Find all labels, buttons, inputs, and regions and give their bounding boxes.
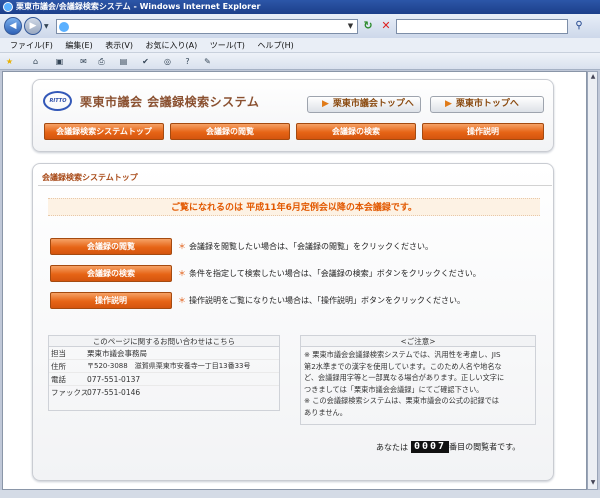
history-dropdown-icon[interactable]: ▼ <box>44 23 49 30</box>
safety-icon[interactable]: ◎ <box>162 56 173 67</box>
section-title: 会議録検索システムトップ <box>42 173 138 182</box>
ie-logo-icon <box>3 2 13 12</box>
contact-value: 077-551-0137 <box>87 375 141 384</box>
caution-body: ※ 栗東市議会会議録検索システムでは、汎用性を考慮し、JIS 第2水準までの漢字… <box>301 347 535 421</box>
caution-line: ※ 栗東市議会会議録検索システムでは、汎用性を考慮し、JIS <box>304 350 501 359</box>
counter-digits: 0007 <box>411 441 450 453</box>
refresh-icon[interactable]: ↻ <box>361 19 375 33</box>
page-icon <box>59 22 69 32</box>
arrow-right-icon: ▶ <box>322 99 329 109</box>
bullet: ＊ <box>178 242 186 251</box>
browse-description-text: 会議録を閲覧したい場合は、「会議録の閲覧」をクリックください。 <box>189 242 433 251</box>
counter-suffix: 番目の閲覧者です。 <box>449 442 521 452</box>
browse-button[interactable]: 会議録の閲覧 <box>50 238 172 255</box>
browse-description: ＊会議録を閲覧したい場合は、「会議録の閲覧」をクリックください。 <box>178 241 433 252</box>
favorites-star-icon[interactable]: ★ <box>4 56 15 67</box>
menu-tools[interactable]: ツール(T) <box>210 38 245 53</box>
nav-search[interactable]: 会議録の検索 <box>296 123 416 140</box>
feeds-icon[interactable]: ▣ <box>54 56 65 67</box>
help-description: ＊操作説明をご覧になりたい場合は、「操作説明」ボタンをクリックください。 <box>178 295 465 306</box>
print-icon[interactable]: ⎙ <box>96 56 107 67</box>
nav-browse[interactable]: 会議録の閲覧 <box>170 123 290 140</box>
caution-box: <ご注意> ※ 栗東市議会会議録検索システムでは、汎用性を考慮し、JIS 第2水… <box>300 335 536 425</box>
site-title: 栗東市議会 会議録検索システム <box>80 95 260 109</box>
address-input[interactable]: ▼ <box>56 19 358 34</box>
notice-banner: ご覧になれるのは 平成11年6月定例会以降の本会議録です。 <box>48 198 540 216</box>
menu-view[interactable]: 表示(V) <box>105 38 133 53</box>
arrow-right-icon: ▶ <box>445 99 452 109</box>
window-title: 栗東市議会/会議録検索システム - Windows Internet Explo… <box>16 2 261 11</box>
caution-line: ※ この会議録検索システムは、栗東市議会の公式の記録では <box>304 396 499 406</box>
help-description-text: 操作説明をご覧になりたい場合は、「操作説明」ボタンをクリックください。 <box>189 296 465 305</box>
help-button[interactable]: 操作説明 <box>50 292 172 309</box>
city-council-top-link[interactable]: ▶ 栗東市議会トップへ <box>307 96 421 113</box>
contact-label: ファックス <box>51 388 89 397</box>
tools-menu-icon[interactable]: ✔ <box>140 56 151 67</box>
divider <box>38 185 552 186</box>
caution-line: つきましては「栗東市議会会議録」にてご確認下さい。 <box>304 384 484 394</box>
research-icon[interactable]: ✎ <box>202 56 213 67</box>
contact-value: 〒520-3088 滋賀県栗東市安養寺一丁目13番33号 <box>87 362 251 370</box>
contact-value: 077-551-0146 <box>87 388 141 397</box>
caution-line: ど、会議録用字等と一部異なる場合があります。正しい文字に <box>304 373 505 383</box>
counter-prefix: あなたは <box>376 442 408 452</box>
status-bar <box>0 490 600 498</box>
contact-label: 電話 <box>51 375 66 384</box>
page-menu-icon[interactable]: ▤ <box>118 56 129 67</box>
command-toolbar: ★ ⌂ ▣ ✉ ⎙ ▤ ✔ ◎ ? ✎ <box>0 53 600 70</box>
forward-button[interactable]: ▶ <box>24 17 42 35</box>
contact-row: 担当 栗東市議会事務局 <box>49 347 279 360</box>
vertical-scrollbar[interactable]: ▲ ▼ <box>587 71 598 490</box>
help-icon[interactable]: ? <box>182 56 193 67</box>
mail-icon[interactable]: ✉ <box>78 56 89 67</box>
search-description: ＊条件を指定して検索したい場合は、「会議録の検索」ボタンをクリックください。 <box>178 268 481 279</box>
menu-favorites[interactable]: お気に入り(A) <box>146 38 198 53</box>
contact-label: 担当 <box>51 349 66 358</box>
scroll-down-icon[interactable]: ▼ <box>589 479 597 488</box>
window-title-bar: 栗東市議会/会議録検索システム - Windows Internet Explo… <box>0 0 600 14</box>
caution-line: ありません。 <box>304 407 347 417</box>
city-top-link[interactable]: ▶ 栗東市トップへ <box>430 96 544 113</box>
contact-heading: このページに関するお問い合わせはこちら <box>49 336 279 347</box>
contact-row: 電話 077-551-0137 <box>49 373 279 386</box>
contact-row: ファックス 077-551-0146 <box>49 386 279 399</box>
scroll-up-icon[interactable]: ▲ <box>589 73 597 82</box>
visitor-counter: あなたは 0007 番目の閲覧者です。 <box>376 441 520 454</box>
address-dropdown-icon[interactable]: ▼ <box>345 21 356 32</box>
nav-help[interactable]: 操作説明 <box>422 123 544 140</box>
bullet: ＊ <box>178 296 186 305</box>
search-icon[interactable]: ⚲ <box>570 18 588 34</box>
caution-heading: <ご注意> <box>301 336 535 347</box>
back-button[interactable]: ◀ <box>4 17 22 35</box>
logo-text: RITTO <box>49 98 67 104</box>
city-top-label: 栗東市トップへ <box>455 99 519 109</box>
bullet: ＊ <box>178 269 186 278</box>
contact-value: 栗東市議会事務局 <box>87 349 147 358</box>
contact-row: 住所 〒520-3088 滋賀県栗東市安養寺一丁目13番33号 <box>49 360 279 373</box>
caution-line: 第2水準までの漢字を使用しています。このため人名や地名な <box>304 361 502 371</box>
contact-box: このページに関するお問い合わせはこちら 担当 栗東市議会事務局 住所 〒520-30… <box>48 335 280 411</box>
address-bar-area: ◀ ▶ ▼ ▼ ↻ ✕ ⚲ <box>0 14 600 38</box>
header-panel <box>32 79 554 152</box>
contact-label: 住所 <box>51 362 66 371</box>
menu-help[interactable]: ヘルプ(H) <box>257 38 293 53</box>
nav-system-top[interactable]: 会議録検索システムトップ <box>44 123 164 140</box>
menu-bar: ファイル(F) 編集(E) 表示(V) お気に入り(A) ツール(T) ヘルプ(… <box>0 38 600 53</box>
search-description-text: 条件を指定して検索したい場合は、「会議録の検索」ボタンをクリックください。 <box>189 269 481 278</box>
stop-icon[interactable]: ✕ <box>379 19 393 33</box>
city-council-top-label: 栗東市議会トップへ <box>332 99 414 109</box>
menu-file[interactable]: ファイル(F) <box>10 38 53 53</box>
search-button[interactable]: 会議録の検索 <box>50 265 172 282</box>
menu-edit[interactable]: 編集(E) <box>65 38 92 53</box>
search-input[interactable] <box>396 19 568 34</box>
home-icon[interactable]: ⌂ <box>30 56 41 67</box>
